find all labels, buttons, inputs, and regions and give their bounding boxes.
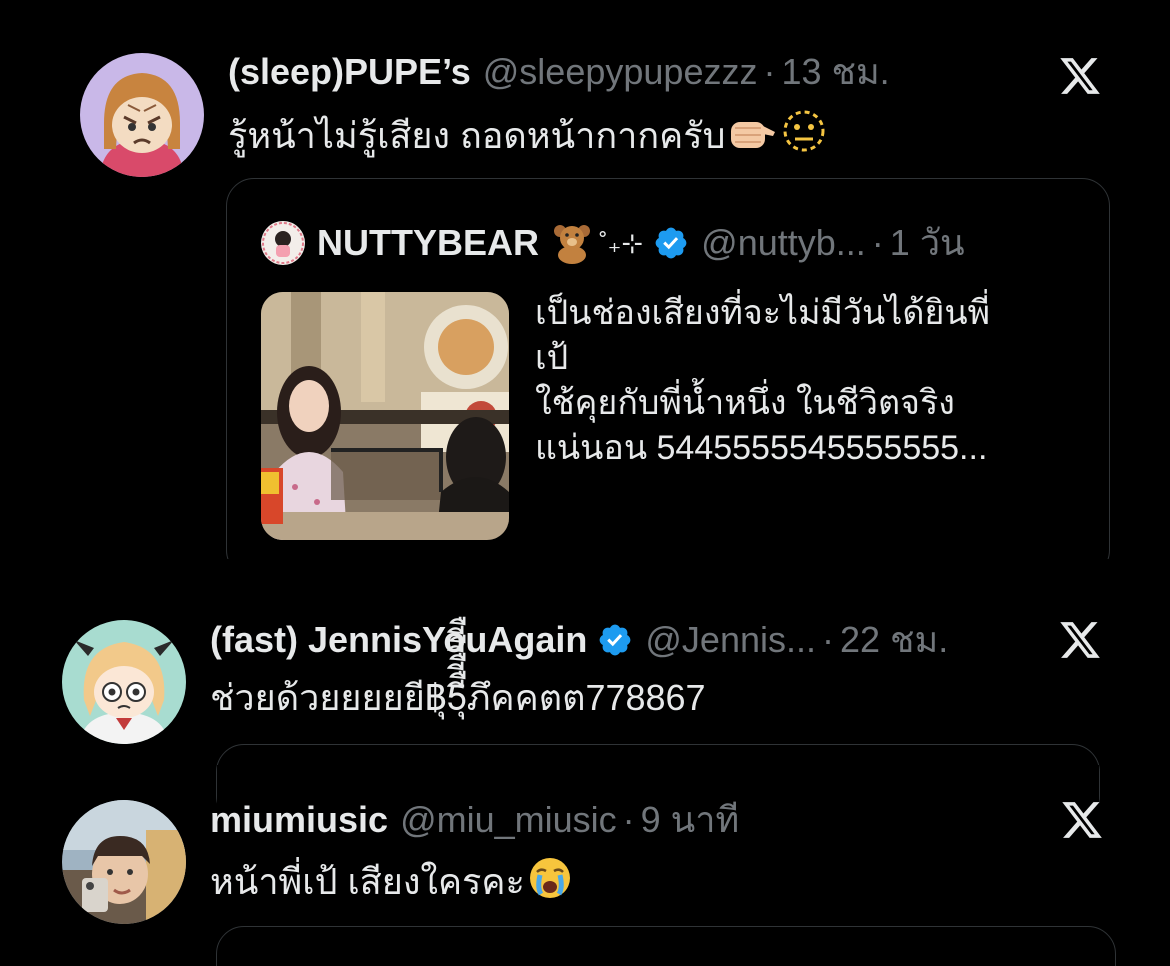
x-logo-icon <box>1058 54 1102 98</box>
quoted-text-line: เป้ <box>535 339 569 377</box>
quoted-text-line: เป็นช่องเสียงที่จะไม่มีวันได้ยินพี่ <box>535 294 991 332</box>
user-handle[interactable]: @Jennis... <box>645 618 816 662</box>
separator-dot: · <box>763 51 776 92</box>
separator-dot: · <box>622 799 635 840</box>
separator-dot: · <box>822 619 834 660</box>
quoted-avatar[interactable] <box>261 221 305 265</box>
tweet-header: (sleep)PUPE’s @sleepypupezzz · 13 ชม. <box>228 50 890 94</box>
display-name[interactable]: (sleep)PUPE’s <box>228 50 471 94</box>
display-name[interactable]: (fast) JennisYouAgain <box>210 618 587 662</box>
timestamp[interactable]: 13 ชม. <box>781 50 889 94</box>
quote-fade <box>227 559 1109 579</box>
quoted-tweet[interactable]: NUTTYBEAR ˚₊⊹ @nuttyb... · 1 วัน เป็นช่อ… <box>226 178 1110 579</box>
quoted-timestamp[interactable]: 1 วัน <box>890 221 965 265</box>
separator-dot: · <box>871 222 884 263</box>
timestamp[interactable]: 22 ชม. <box>840 618 948 662</box>
quoted-user-handle[interactable]: @nuttyb... <box>701 221 866 265</box>
tweet-text: รู้หน้าไม่รู้เสียง ถอดหน้ากากครับ <box>228 108 829 158</box>
user-handle[interactable]: @miu_miusic <box>400 798 617 842</box>
tweet-header: (fast) JennisYouAgain @Jennis... · 22 ชม… <box>210 618 948 662</box>
tweet-2[interactable]: (fast) JennisYouAgain @Jennis... · 22 ชม… <box>0 600 1170 825</box>
user-handle[interactable]: @sleepypupezzz <box>483 50 758 94</box>
quoted-tweet-text: เป็นช่องเสียงที่จะไม่มีวันได้ยินพี่ เป้ … <box>535 291 990 471</box>
avatar[interactable] <box>62 800 186 924</box>
dotted-face-emoji-icon <box>779 108 829 154</box>
quoted-text-line: แน่นอน 5445555545555555... <box>535 429 988 467</box>
verified-badge-icon <box>653 225 689 261</box>
tweet-3[interactable]: miumiusic @miu_miusic · 9 นาที หน้าพี่เป… <box>0 790 1170 966</box>
x-logo-icon <box>1060 798 1104 842</box>
tweet-text: หน้าพี่เป้ เสียงใครคะ <box>210 856 573 904</box>
quoted-display-name[interactable]: NUTTYBEAR <box>317 221 539 265</box>
teddy-bear-emoji-icon <box>551 222 593 264</box>
sparkle-decoration: ˚₊⊹ <box>599 228 644 258</box>
fist-emoji-icon <box>727 114 777 154</box>
tweet-text-content: หน้าพี่เป้ เสียงใครคะ <box>210 861 525 902</box>
timestamp[interactable]: 9 นาที <box>641 798 740 842</box>
quoted-text-line: ใช้คุยกับพี่น้ำหนึ่ง ในชีวิตจริง <box>535 384 955 422</box>
quoted-media-thumbnail[interactable] <box>261 292 509 540</box>
quoted-tweet-edge[interactable] <box>216 926 1116 966</box>
display-name[interactable]: miumiusic <box>210 798 388 842</box>
avatar[interactable] <box>80 53 204 177</box>
quoted-tweet-header: NUTTYBEAR ˚₊⊹ @nuttyb... · 1 วัน <box>261 221 965 265</box>
tweet-text: ช่วยด้วยยยยยี฿ุ5ีืีืีืีืุภึคคตต778867 <box>210 677 706 718</box>
verified-badge-icon <box>597 622 633 658</box>
tweet-text-content: รู้หน้าไม่รู้เสียง ถอดหน้ากากครับ <box>228 115 726 156</box>
avatar[interactable] <box>62 620 186 744</box>
crying-face-emoji-icon <box>527 856 573 900</box>
tweet-1[interactable]: (sleep)PUPE’s @sleepypupezzz · 13 ชม. รู… <box>0 0 1170 600</box>
x-logo-icon <box>1058 618 1102 662</box>
tweet-header: miumiusic @miu_miusic · 9 นาที <box>210 798 739 842</box>
